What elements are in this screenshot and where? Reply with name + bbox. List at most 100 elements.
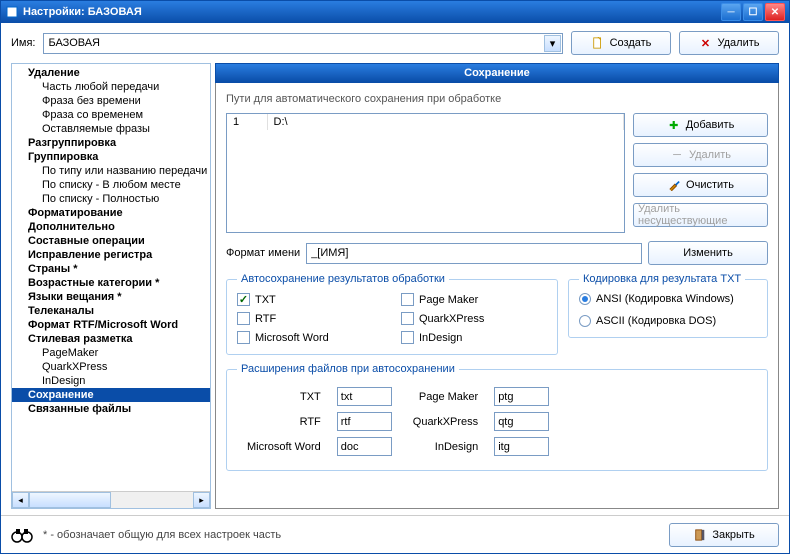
name-format-input[interactable] [306, 243, 642, 264]
ext-pm-input[interactable] [494, 387, 549, 406]
paths-list[interactable]: 1D:\ [226, 113, 625, 233]
tree-item[interactable]: По списку - Полностью [12, 192, 210, 206]
maximize-button[interactable]: ☐ [743, 3, 763, 21]
titlebar[interactable]: Настройки: БАЗОВАЯ ─ ☐ ✕ [1, 1, 789, 23]
settings-tree[interactable]: УдалениеЧасть любой передачиФраза без вр… [12, 64, 210, 418]
tree-item[interactable]: InDesign [12, 374, 210, 388]
ext-id-input[interactable] [494, 437, 549, 456]
chk-indesign[interactable]: InDesign [401, 331, 547, 344]
add-path-button[interactable]: ✚ Добавить [633, 113, 768, 137]
binoculars-icon[interactable] [11, 524, 33, 546]
checkbox-icon [237, 331, 250, 344]
tree-item[interactable]: Стилевая разметка [12, 332, 210, 346]
chk-rtf[interactable]: RTF [237, 312, 383, 325]
ext-pm-label: Page Maker [413, 391, 478, 403]
ext-qx-label: QuarkXPress [413, 416, 478, 428]
minus-icon: ─ [670, 148, 684, 162]
checkbox-icon: ✓ [237, 293, 250, 306]
name-format-label: Формат имени [226, 247, 300, 259]
tree-item[interactable]: Группировка [12, 150, 210, 164]
tree-item[interactable]: QuarkXPress [12, 360, 210, 374]
close-window-button[interactable]: ✕ [765, 3, 785, 21]
window-title: Настройки: БАЗОВАЯ [23, 6, 721, 18]
tree-item[interactable]: Фраза со временем [12, 108, 210, 122]
scroll-thumb[interactable] [29, 492, 111, 508]
checkbox-icon [237, 312, 250, 325]
tree-item[interactable]: Дополнительно [12, 220, 210, 234]
tree-item[interactable]: Исправление регистра [12, 248, 210, 262]
ext-id-label: InDesign [413, 441, 478, 453]
minimize-button[interactable]: ─ [721, 3, 741, 21]
extensions-legend: Расширения файлов при автосохранении [237, 363, 459, 375]
tree-item[interactable]: Фраза без времени [12, 94, 210, 108]
scroll-track[interactable] [29, 492, 193, 508]
tree-item[interactable]: Оставляемые фразы [12, 122, 210, 136]
remove-path-button[interactable]: ─ Удалить [633, 143, 768, 167]
ext-rtf-label: RTF [247, 416, 321, 428]
ext-qx-input[interactable] [494, 412, 549, 431]
tree-item[interactable]: Составные операции [12, 234, 210, 248]
tree-item[interactable]: Форматирование [12, 206, 210, 220]
autosave-legend: Автосохранение результатов обработки [237, 273, 449, 285]
name-label: Имя: [11, 37, 35, 49]
extensions-group: Расширения файлов при автосохранении TXT… [226, 363, 768, 471]
name-combo[interactable]: БАЗОВАЯ ▾ [43, 33, 563, 54]
name-combo-value: БАЗОВАЯ [48, 37, 100, 49]
panel-title: Сохранение [215, 63, 779, 83]
tree-item[interactable]: Возрастные категории * [12, 276, 210, 290]
tree-item[interactable]: Формат RTF/Microsoft Word [12, 318, 210, 332]
paths-label: Пути для автоматического сохранения при … [226, 93, 768, 105]
checkbox-icon [401, 293, 414, 306]
new-file-icon [591, 36, 605, 50]
radio-ascii[interactable]: ASCII (Кодировка DOS) [579, 315, 757, 327]
clear-paths-button[interactable]: Очистить [633, 173, 768, 197]
create-button[interactable]: Создать [571, 31, 671, 55]
chk-pagemaker[interactable]: Page Maker [401, 293, 547, 306]
top-toolbar: Имя: БАЗОВАЯ ▾ Создать ✕ Удалить [1, 23, 789, 63]
checkbox-icon [401, 331, 414, 344]
ext-mw-input[interactable] [337, 437, 392, 456]
radio-icon [579, 293, 591, 305]
chk-quarkxpress[interactable]: QuarkXPress [401, 312, 547, 325]
delete-x-icon: ✕ [699, 36, 713, 50]
main-panel: Сохранение Пути для автоматического сохр… [215, 63, 779, 509]
tree-item[interactable]: Страны * [12, 262, 210, 276]
chevron-down-icon: ▾ [544, 35, 561, 52]
chk-txt[interactable]: ✓TXT [237, 293, 383, 306]
tree-item[interactable]: Удаление [12, 66, 210, 80]
tree-item[interactable]: Сохранение [12, 388, 210, 402]
tree-item[interactable]: По типу или названию передачи [12, 164, 210, 178]
door-icon [693, 528, 707, 542]
delete-button[interactable]: ✕ Удалить [679, 31, 779, 55]
chk-msword[interactable]: Microsoft Word [237, 331, 383, 344]
broom-icon [667, 178, 681, 192]
ext-txt-input[interactable] [337, 387, 392, 406]
bottom-bar: * - обозначает общую для всех настроек ч… [1, 515, 789, 553]
plus-icon: ✚ [667, 118, 681, 132]
tree-item[interactable]: Языки вещания * [12, 290, 210, 304]
tree-item[interactable]: Разгруппировка [12, 136, 210, 150]
sidebar: УдалениеЧасть любой передачиФраза без вр… [11, 63, 211, 509]
encoding-legend: Кодировка для результата TXT [579, 273, 745, 285]
tree-item[interactable]: По списку - В любом месте [12, 178, 210, 192]
change-format-button[interactable]: Изменить [648, 241, 768, 265]
ext-rtf-input[interactable] [337, 412, 392, 431]
tree-item[interactable]: Часть любой передачи [12, 80, 210, 94]
close-button[interactable]: Закрыть [669, 523, 779, 547]
ext-txt-label: TXT [247, 391, 321, 403]
settings-window: Настройки: БАЗОВАЯ ─ ☐ ✕ Имя: БАЗОВАЯ ▾ … [0, 0, 790, 554]
scroll-left-button[interactable]: ◂ [12, 492, 29, 508]
radio-ansi[interactable]: ANSI (Кодировка Windows) [579, 293, 757, 305]
encoding-group: Кодировка для результата TXT ANSI (Кодир… [568, 273, 768, 338]
table-row[interactable]: 1D:\ [227, 114, 624, 130]
remove-nonexistent-button[interactable]: Удалить несуществующие [633, 203, 768, 227]
tree-item[interactable]: PageMaker [12, 346, 210, 360]
scroll-right-button[interactable]: ▸ [193, 492, 210, 508]
autosave-group: Автосохранение результатов обработки ✓TX… [226, 273, 558, 355]
app-icon [5, 5, 19, 19]
footer-note: * - обозначает общую для всех настроек ч… [43, 529, 659, 541]
sidebar-scrollbar[interactable]: ◂ ▸ [12, 491, 210, 508]
tree-item[interactable]: Телеканалы [12, 304, 210, 318]
tree-item[interactable]: Связанные файлы [12, 402, 210, 416]
ext-mw-label: Microsoft Word [247, 441, 321, 453]
